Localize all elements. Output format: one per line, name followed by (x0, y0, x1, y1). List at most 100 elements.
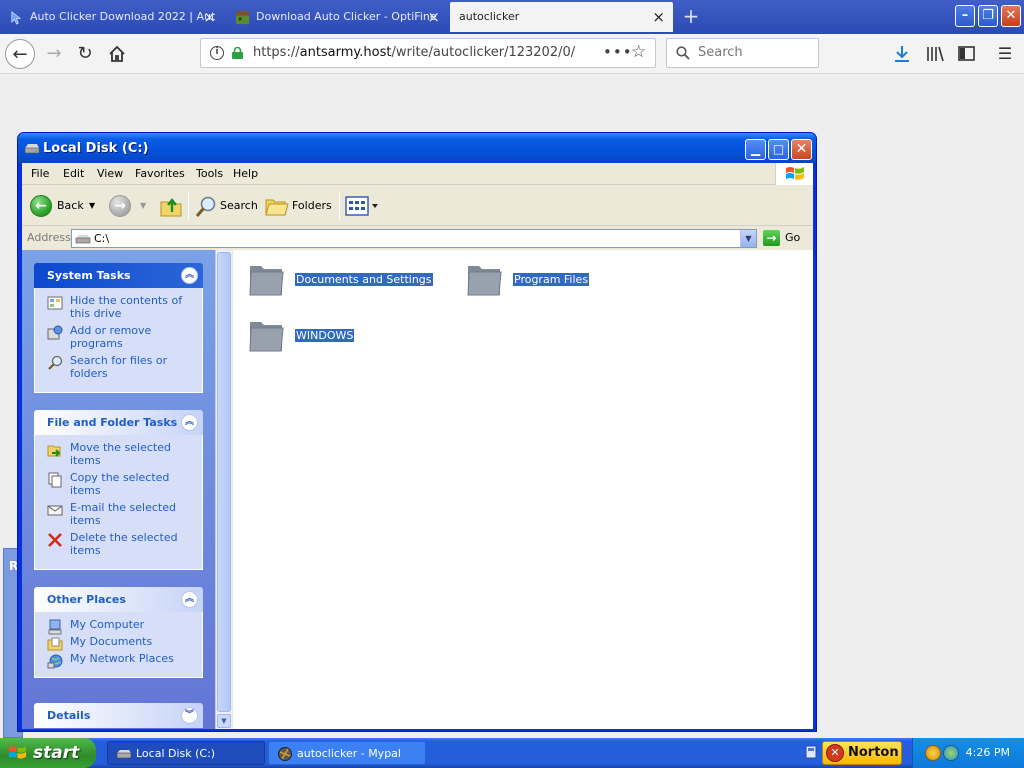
details-panel: Details ︾ (34, 703, 203, 728)
collapse-chevron-icon[interactable]: ︽ (181, 267, 198, 284)
go-arrow-icon: → (763, 230, 780, 246)
taskbar-item-local-disk[interactable]: Local Disk (C:) (107, 741, 265, 765)
library-icon[interactable] (922, 39, 948, 69)
explorer-close-button[interactable]: ✕ (791, 139, 812, 160)
drive-icon (24, 144, 40, 154)
url-bar[interactable]: i https://antsarmy.host/write/autoclicke… (200, 38, 656, 68)
expand-chevron-icon[interactable]: ︾ (181, 707, 198, 724)
menu-view[interactable]: View (97, 163, 123, 185)
toolbar-separator (188, 192, 189, 220)
folder-name: WINDOWS (293, 328, 356, 343)
new-tab-button[interactable]: + (680, 3, 702, 31)
start-button[interactable]: start (0, 738, 96, 768)
panel-header[interactable]: Other Places ︽ (34, 587, 203, 612)
panel-header[interactable]: Details ︾ (34, 703, 203, 728)
folders-button-icon[interactable] (265, 195, 289, 221)
collapse-chevron-icon[interactable]: ︽ (181, 414, 198, 431)
download-icon[interactable] (889, 39, 915, 69)
task-copy-items[interactable]: Copy the selected items (35, 471, 202, 497)
scroll-down-icon[interactable]: ▼ (217, 714, 231, 728)
bookmark-star-icon[interactable]: ☆ (631, 39, 646, 66)
address-field[interactable]: C:\ ▼ (71, 229, 757, 248)
home-button[interactable] (102, 39, 132, 69)
tab-title: autoclicker (459, 10, 520, 23)
address-bar: Address C:\ ▼ → Go (22, 227, 813, 249)
collapse-chevron-icon[interactable]: ︽ (181, 591, 198, 608)
panel-body: My Computer My Documents My Network Plac… (34, 612, 203, 678)
task-hide-drive[interactable]: Hide the contents of this drive (35, 294, 202, 320)
forward-button[interactable]: → (39, 39, 69, 69)
menu-help[interactable]: Help (233, 163, 258, 185)
search-icon (676, 46, 690, 60)
scrollbar-thumb[interactable] (217, 252, 231, 712)
explorer-title-bar[interactable]: Local Disk (C:) ▁ □ ✕ (18, 133, 816, 163)
lock-icon[interactable] (232, 47, 243, 59)
info-icon[interactable]: i (210, 46, 224, 60)
close-icon[interactable]: × (427, 2, 440, 32)
programs-icon (47, 325, 63, 340)
back-dropdown-icon[interactable]: ▼ (89, 193, 95, 219)
sidebar-icon[interactable] (953, 39, 979, 69)
task-pane-scrollbar[interactable]: ▼ (215, 250, 232, 729)
browser-tab-1[interactable]: Auto Clicker Download 2022 | Aut × (0, 2, 224, 32)
norton-icon: ✕ (826, 744, 844, 762)
browser-tab-2[interactable]: Download Auto Clicker - OptiFine × (226, 2, 448, 32)
tray-network-icon[interactable] (943, 745, 959, 761)
search-button[interactable]: Search (220, 193, 258, 219)
forward-arrow-icon[interactable]: → (109, 195, 131, 217)
minimize-button[interactable]: – (955, 5, 975, 27)
go-button[interactable]: → Go (763, 228, 809, 248)
taskbar-item-mypal[interactable]: autoclicker - Mypal (268, 741, 426, 765)
menu-icon[interactable]: ☰ (992, 39, 1018, 69)
menu-edit[interactable]: Edit (63, 163, 84, 185)
explorer-minimize-button[interactable]: ▁ (745, 139, 766, 160)
clock: 4:26 PM (965, 746, 1010, 759)
tab-favicon-icon (235, 10, 250, 25)
page-actions-icon[interactable]: ••• (603, 39, 633, 65)
folders-button[interactable]: Folders (292, 193, 332, 219)
task-delete-items[interactable]: Delete the selected items (35, 531, 202, 557)
forward-dropdown-icon[interactable]: ▼ (140, 193, 146, 219)
task-search-files[interactable]: Search for files or folders (35, 354, 202, 380)
norton-button[interactable]: ✕ Norton (822, 741, 902, 765)
place-my-documents[interactable]: My Documents (35, 635, 202, 651)
my-documents-icon (47, 637, 63, 651)
panel-header[interactable]: System Tasks ︽ (34, 263, 203, 288)
search-bar[interactable]: Search (666, 38, 819, 68)
menu-favorites[interactable]: Favorites (135, 163, 185, 185)
search-button-icon[interactable] (194, 195, 218, 221)
show-desktop-icon[interactable] (805, 745, 817, 759)
url-text[interactable]: https://antsarmy.host/write/autoclicker/… (253, 39, 575, 67)
menu-file[interactable]: File (31, 163, 49, 185)
close-window-button[interactable]: ✕ (1001, 5, 1021, 27)
place-my-computer[interactable]: My Computer (35, 618, 202, 635)
address-dropdown-icon[interactable]: ▼ (740, 230, 756, 247)
menu-tools[interactable]: Tools (196, 163, 223, 185)
panel-header[interactable]: File and Folder Tasks ︽ (34, 410, 203, 435)
task-label: Hide the contents of this drive (70, 294, 183, 320)
tray-shield-icon[interactable] (925, 745, 941, 761)
explorer-client: File Edit View Favorites Tools Help ← Ba… (22, 163, 813, 729)
back-button[interactable]: Back (57, 193, 84, 219)
task-move-items[interactable]: Move the selected items (35, 441, 202, 467)
tab-favicon-icon (11, 11, 22, 25)
views-icon (345, 196, 378, 216)
close-icon[interactable]: × (652, 2, 665, 32)
file-list-area[interactable]: Documents and Settings Program Files WIN… (233, 250, 813, 729)
close-icon[interactable]: × (203, 2, 216, 32)
restore-button[interactable]: ❐ (978, 5, 998, 27)
task-email-items[interactable]: E-mail the selected items (35, 501, 202, 527)
panel-title: Other Places (47, 593, 126, 606)
up-folder-icon (160, 198, 182, 217)
folder-icon (249, 266, 284, 296)
explorer-maximize-button[interactable]: □ (768, 139, 789, 160)
back-arrow-icon[interactable]: ← (30, 195, 52, 217)
task-add-remove-programs[interactable]: Add or remove programs (35, 324, 202, 350)
back-button[interactable]: ← (5, 39, 35, 69)
browser-tab-3[interactable]: autoclicker × (450, 2, 673, 32)
up-folder-button[interactable] (159, 194, 183, 220)
reload-button[interactable]: ↻ (70, 39, 100, 69)
drive-icon (116, 750, 132, 759)
place-my-network-places[interactable]: My Network Places (35, 652, 202, 669)
views-button[interactable] (345, 195, 381, 221)
